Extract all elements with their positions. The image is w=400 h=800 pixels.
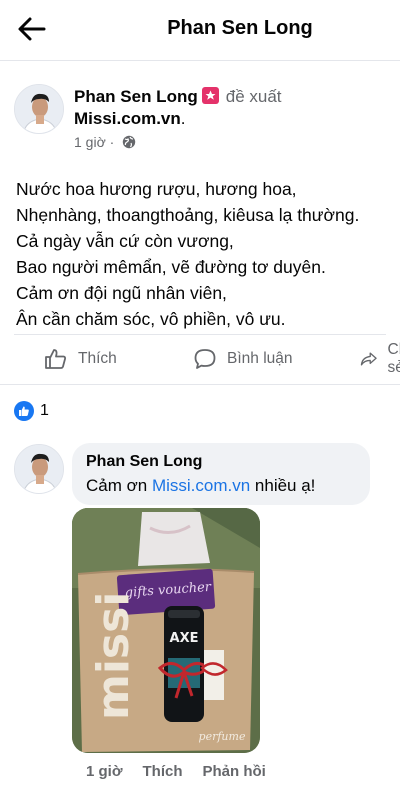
divider [0, 60, 400, 61]
comment-author[interactable]: Phan Sen Long [86, 452, 356, 472]
script-text: perfume [199, 730, 246, 743]
suggest-text: đề xuất [225, 87, 282, 106]
poem-line: Cảm ơn đội ngũ nhân viên, [16, 283, 227, 303]
site-link[interactable]: Missi.com.vn [74, 109, 181, 128]
globe-icon [123, 135, 136, 149]
badge-icon [201, 87, 219, 104]
post-header: Phan Sen Long đề xuất Missi.com.vn. [74, 86, 394, 130]
comment-label: Bình luận [227, 350, 293, 367]
comment-text: Cảm ơn Missi.com.vn nhiều ạ! [86, 474, 356, 498]
post-body: Nước hoa hương rượu, hương hoa, Nhẹnhàng… [16, 176, 396, 332]
reaction-summary[interactable]: 1 [14, 401, 49, 421]
divider [0, 384, 400, 385]
comment-reply-button[interactable]: Phản hồi [203, 763, 266, 780]
like-label: Thích [78, 350, 117, 367]
poem-line: Bao người mêmẩn, vẽ đường tơ duyên. [16, 257, 326, 277]
commenter-avatar[interactable] [14, 444, 64, 494]
like-button[interactable]: Thích [44, 344, 117, 374]
post-author-name[interactable]: Phan Sen Long [74, 87, 198, 106]
thumbs-up-icon [45, 349, 66, 369]
like-reaction-icon [14, 401, 34, 421]
share-icon [360, 352, 377, 366]
page-title: Phan Sen Long [167, 17, 313, 39]
share-button[interactable]: Chia sẻ [360, 341, 400, 376]
site-suffix: . [180, 109, 186, 128]
post-meta: 1 giờ · [74, 134, 136, 150]
reaction-count: 1 [40, 402, 49, 419]
comment-actions: 1 giờ Thích Phản hồi [86, 763, 286, 780]
comment-photo[interactable]: gifts voucher missi AXE perfume [72, 508, 260, 753]
comment-bubble: Phan Sen Long Cảm ơn Missi.com.vn nhiều … [72, 443, 370, 505]
brand-text: missi [88, 592, 139, 720]
poem-line: Cả ngày vẫn cứ còn vương, [16, 231, 234, 251]
comment-time[interactable]: 1 giờ [86, 763, 123, 780]
comment-like-button[interactable]: Thích [143, 763, 183, 780]
product-text: AXE [170, 631, 199, 646]
poem-line: Nhẹnhàng, thoangthoảng, kiêusa lạ thường… [16, 205, 360, 225]
poem-line: Nước hoa hương rượu, hương hoa, [16, 179, 297, 199]
author-avatar[interactable] [14, 84, 64, 134]
comment-icon [194, 349, 216, 369]
post-time[interactable]: 1 giờ · [74, 134, 114, 150]
comment-text-before: Cảm ơn [86, 476, 152, 495]
top-bar: Phan Sen Long [0, 0, 400, 56]
comment-button[interactable]: Bình luận [193, 344, 293, 374]
comment-link[interactable]: Missi.com.vn [152, 476, 250, 495]
comment-text-after: nhiều ạ! [250, 476, 316, 495]
share-label: Chia sẻ [387, 341, 400, 376]
poem-line: Ân cần chăm sóc, vô phiền, vô ưu. [16, 309, 286, 329]
divider [14, 334, 386, 335]
